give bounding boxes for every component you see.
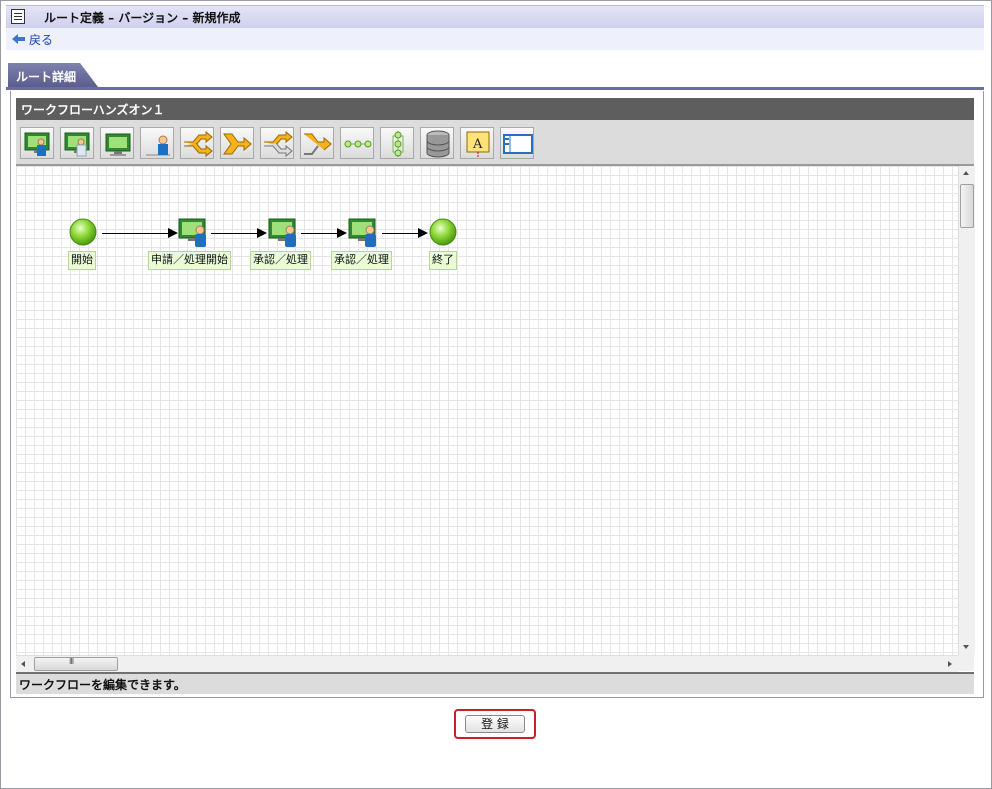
- back-arrow-icon[interactable]: [12, 34, 25, 44]
- register-button-highlight: 登 録: [454, 709, 536, 739]
- system-node-icon[interactable]: [100, 127, 134, 159]
- branch-end-icon[interactable]: [220, 127, 254, 159]
- tab-underline: [6, 87, 984, 90]
- vertical-line-icon[interactable]: [380, 127, 414, 159]
- branch-start-icon[interactable]: [180, 127, 214, 159]
- svg-text:A: A: [472, 137, 483, 152]
- task-node[interactable]: [348, 218, 380, 251]
- scroll-up-icon[interactable]: [963, 171, 969, 175]
- vertical-scroll-thumb[interactable]: [960, 184, 974, 228]
- document-icon: [11, 9, 25, 24]
- scroll-left-icon[interactable]: [21, 661, 25, 667]
- flow-arrow[interactable]: [102, 228, 178, 238]
- tab-label: ルート詳細: [16, 70, 77, 84]
- register-button[interactable]: 登 録: [465, 715, 525, 733]
- node-label-task-2: 承認／処理: [250, 251, 311, 270]
- end-node[interactable]: [429, 218, 457, 249]
- scroll-right-icon[interactable]: [948, 661, 952, 667]
- application-node-icon[interactable]: [20, 127, 54, 159]
- workflow-canvas[interactable]: 開始 申請／処理開始 承認／処理 承認／処理 終了: [16, 166, 958, 655]
- back-bar: 戻る: [6, 28, 984, 50]
- scroll-corner: [958, 655, 974, 671]
- node-label-end: 終了: [429, 251, 457, 270]
- task-node[interactable]: [178, 218, 210, 251]
- parallel-start-icon[interactable]: [260, 127, 294, 159]
- parallel-end-icon[interactable]: [300, 127, 334, 159]
- flow-arrow[interactable]: [211, 228, 267, 238]
- text-label-icon[interactable]: A: [460, 127, 494, 159]
- approval-node-icon[interactable]: [60, 127, 94, 159]
- page-title: ルート定義 – バージョン – 新規作成: [44, 11, 241, 25]
- status-message: ワークフローを編集できます。: [19, 678, 186, 692]
- task-node[interactable]: [268, 218, 300, 251]
- horizontal-scrollbar[interactable]: [16, 655, 958, 672]
- window-icon[interactable]: [500, 127, 534, 159]
- workflow-title-bar: ワークフローハンズオン１: [16, 98, 974, 120]
- node-label-task-3: 承認／処理: [331, 251, 392, 270]
- user-node-icon[interactable]: [140, 127, 174, 159]
- vertical-scrollbar[interactable]: [958, 166, 975, 655]
- workflow-toolbar: A: [16, 120, 974, 166]
- page-header: ルート定義 – バージョン – 新規作成: [6, 5, 984, 28]
- horizontal-line-icon[interactable]: [340, 127, 374, 159]
- node-label-task-1: 申請／処理開始: [148, 251, 231, 270]
- flow-arrow[interactable]: [382, 228, 428, 238]
- flow-arrow[interactable]: [301, 228, 347, 238]
- horizontal-scroll-thumb[interactable]: [34, 657, 118, 671]
- status-bar: ワークフローを編集できます。: [16, 672, 974, 694]
- database-icon[interactable]: [420, 127, 454, 159]
- scroll-down-icon[interactable]: [963, 645, 969, 649]
- workflow-name: ワークフローハンズオン１: [21, 103, 165, 117]
- start-node[interactable]: [69, 218, 97, 249]
- back-link[interactable]: 戻る: [29, 31, 53, 48]
- node-label-start: 開始: [68, 251, 96, 270]
